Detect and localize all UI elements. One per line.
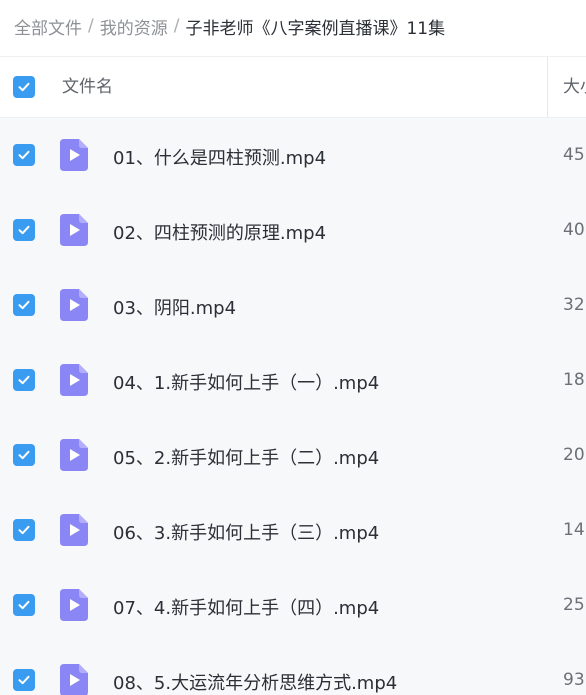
file-name[interactable]: 08、5.大运流年分析思维方式.mp4 — [113, 669, 397, 695]
file-list: 01、什么是四柱预测.mp4 45. 02、四柱预测的原理.mp4 40. 03、阴阳.… — [0, 118, 586, 695]
checkmark-icon — [18, 82, 30, 92]
video-file-icon — [60, 364, 88, 396]
file-name[interactable]: 05、2.新手如何上手（二）.mp4 — [113, 444, 379, 470]
file-name[interactable]: 04、1.新手如何上手（一）.mp4 — [113, 369, 379, 395]
video-file-icon — [60, 439, 88, 471]
file-size: 40. — [563, 220, 586, 240]
row-checkbox[interactable] — [13, 519, 35, 541]
row-checkbox[interactable] — [13, 219, 35, 241]
checkmark-icon — [18, 225, 30, 235]
video-file-icon — [60, 214, 88, 246]
checkmark-icon — [18, 600, 30, 610]
file-browser: 全部文件 / 我的资源 / 子非老师《八字案例直播课》11集 文件名 大小 01… — [0, 0, 586, 695]
row-checkbox[interactable] — [13, 369, 35, 391]
file-size: 18. — [563, 370, 586, 390]
file-size: 25 — [563, 595, 585, 615]
file-table: 文件名 大小 01、什么是四柱预测.mp4 45. 02、四柱预测的原理.mp4 40… — [0, 56, 586, 695]
breadcrumb-separator: / — [88, 16, 94, 36]
file-size: 93. — [563, 670, 586, 690]
column-header-size[interactable]: 大小 — [563, 57, 586, 117]
breadcrumb-current-folder: 子非老师《八字案例直播课》11集 — [185, 18, 446, 39]
checkmark-icon — [18, 675, 30, 685]
table-row[interactable]: 01、什么是四柱预测.mp4 45. — [0, 118, 586, 193]
checkmark-icon — [18, 375, 30, 385]
file-name[interactable]: 06、3.新手如何上手（三）.mp4 — [113, 519, 379, 545]
row-checkbox[interactable] — [13, 144, 35, 166]
file-size: 45. — [563, 145, 586, 165]
file-name[interactable]: 02、四柱预测的原理.mp4 — [113, 219, 326, 245]
table-row[interactable]: 05、2.新手如何上手（二）.mp4 20. — [0, 418, 586, 493]
table-row[interactable]: 07、4.新手如何上手（四）.mp4 25 — [0, 568, 586, 643]
breadcrumb-my-resources[interactable]: 我的资源 — [100, 14, 168, 39]
checkmark-icon — [18, 450, 30, 460]
video-file-icon — [60, 664, 88, 695]
select-all-checkbox[interactable] — [13, 76, 35, 98]
checkmark-icon — [18, 150, 30, 160]
breadcrumb: 全部文件 / 我的资源 / 子非老师《八字案例直播课》11集 — [14, 0, 445, 52]
checkmark-icon — [18, 525, 30, 535]
video-file-icon — [60, 289, 88, 321]
table-row[interactable]: 08、5.大运流年分析思维方式.mp4 93. — [0, 643, 586, 695]
row-checkbox[interactable] — [13, 669, 35, 691]
table-row[interactable]: 03、阴阳.mp4 32. — [0, 268, 586, 343]
checkmark-icon — [18, 300, 30, 310]
file-name[interactable]: 07、4.新手如何上手（四）.mp4 — [113, 594, 379, 620]
video-file-icon — [60, 139, 88, 171]
file-size: 32. — [563, 295, 586, 315]
row-checkbox[interactable] — [13, 444, 35, 466]
row-checkbox[interactable] — [13, 294, 35, 316]
breadcrumb-all-files[interactable]: 全部文件 — [14, 14, 82, 39]
video-file-icon — [60, 514, 88, 546]
video-file-icon — [60, 589, 88, 621]
column-divider[interactable] — [547, 57, 548, 117]
table-row[interactable]: 04、1.新手如何上手（一）.mp4 18. — [0, 343, 586, 418]
file-name[interactable]: 03、阴阳.mp4 — [113, 294, 236, 320]
column-header-name[interactable]: 文件名 — [62, 57, 113, 117]
table-row[interactable]: 06、3.新手如何上手（三）.mp4 14 — [0, 493, 586, 568]
file-size: 20. — [563, 445, 586, 465]
table-row[interactable]: 02、四柱预测的原理.mp4 40. — [0, 193, 586, 268]
breadcrumb-separator: / — [173, 16, 180, 36]
table-header: 文件名 大小 — [0, 56, 586, 118]
file-size: 14 — [563, 520, 585, 540]
file-name[interactable]: 01、什么是四柱预测.mp4 — [113, 144, 326, 170]
row-checkbox[interactable] — [13, 594, 35, 616]
